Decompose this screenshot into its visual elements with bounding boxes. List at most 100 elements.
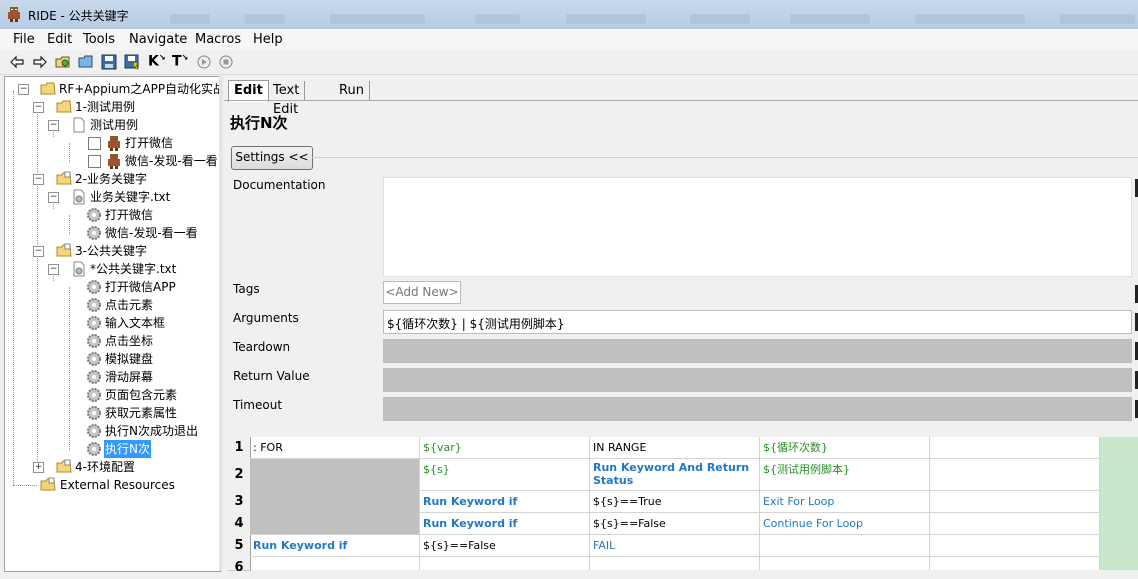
menu-navigate[interactable]: Navigate [129, 32, 187, 47]
menu-help[interactable]: Help [253, 32, 283, 47]
grid-side-panel [1100, 437, 1138, 570]
collapse-expander[interactable]: − [33, 174, 44, 185]
return-value-field[interactable] [383, 368, 1132, 392]
background-window-shadow [566, 14, 646, 24]
open-directory-icon[interactable] [78, 54, 94, 70]
collapse-expander[interactable]: − [18, 84, 29, 95]
documentation-label: Documentation [233, 178, 326, 192]
gear-icon [87, 334, 101, 348]
row-number[interactable]: 1 [228, 437, 251, 460]
project-tree[interactable]: − RF+Appium之APP自动化实战 − 1-测试用例 − 测试用例 打开微… [4, 76, 221, 572]
grid-cell[interactable] [930, 437, 1100, 459]
test-checkbox[interactable] [88, 155, 101, 168]
row-number[interactable]: 4 [228, 513, 251, 536]
grid-cell[interactable] [930, 535, 1100, 557]
row-number[interactable]: 2 [228, 459, 251, 492]
tree-label: 页面包含元素 [105, 388, 178, 402]
grid-cell-disabled[interactable] [250, 513, 420, 535]
documentation-field[interactable] [383, 177, 1132, 277]
grid-cell[interactable] [250, 557, 420, 570]
tags-label: Tags [233, 282, 260, 296]
keyword-steps-grid[interactable]: 1 2 3 4 5 6 : FOR ${var} IN RANGE ${循环次数… [228, 437, 1138, 575]
background-window-shadow [790, 14, 870, 24]
grid-cell[interactable]: Run Keyword if [250, 535, 420, 557]
expand-expander[interactable]: + [33, 462, 44, 473]
grid-cell[interactable]: FAIL [590, 535, 760, 557]
search-tests-icon[interactable]: T↘ [172, 53, 188, 70]
settings-toggle-button[interactable]: Settings << [231, 146, 313, 170]
test-checkbox[interactable] [88, 137, 101, 150]
folder-icon [40, 82, 56, 95]
tags-add-new[interactable]: <Add New> [383, 281, 461, 304]
tree-label: 点击元素 [105, 298, 154, 312]
grid-cell[interactable] [930, 513, 1100, 535]
grid-cell[interactable] [930, 557, 1100, 570]
grid-cell[interactable]: : FOR [250, 437, 420, 459]
tree-label: External Resources [60, 478, 175, 492]
gear-icon [87, 280, 101, 294]
grid-cell[interactable] [930, 491, 1100, 513]
menu-edit[interactable]: Edit [47, 32, 72, 47]
grid-cell-disabled[interactable] [250, 459, 420, 491]
grid-cell[interactable] [760, 535, 930, 557]
tab-text-edit[interactable]: Text Edit [268, 81, 306, 117]
tab-edit[interactable]: Edit [228, 80, 269, 102]
grid-cell[interactable]: ${s}==False [590, 513, 760, 535]
row-number[interactable]: 6 [228, 557, 251, 575]
robot-test-icon [108, 136, 120, 151]
collapse-expander[interactable]: − [33, 246, 44, 257]
title-bar: RIDE - 公共关键字 [0, 0, 1138, 30]
grid-cell[interactable]: ${s} [420, 459, 590, 491]
tree-label: *公共关键字.txt [90, 262, 177, 276]
tree-label: 微信-发现-看一看 [125, 154, 218, 168]
save-icon[interactable] [101, 54, 117, 70]
collapse-expander[interactable]: − [48, 120, 59, 131]
forward-arrow-icon[interactable] [32, 54, 48, 70]
grid-cell[interactable]: Run Keyword And Return Status [590, 459, 760, 491]
search-keywords-icon[interactable]: K↘ [148, 53, 166, 70]
back-arrow-icon[interactable] [9, 54, 25, 70]
tree-label: 输入文本框 [105, 316, 166, 330]
grid-cell[interactable]: ${s}==True [590, 491, 760, 513]
grid-cell[interactable] [930, 459, 1100, 491]
menu-tools[interactable]: Tools [83, 32, 115, 47]
grid-cell[interactable]: ${循环次数} [760, 437, 930, 459]
robot-test-icon [108, 154, 120, 169]
toolbar: K↘ T↘ [0, 50, 1138, 75]
row-number[interactable]: 5 [228, 535, 251, 558]
pane-splitter[interactable] [219, 76, 223, 570]
grid-cell[interactable]: Run Keyword if [420, 491, 590, 513]
tree-label: 滑动屏幕 [105, 370, 154, 384]
tree-guide-line [37, 107, 38, 467]
grid-cell[interactable] [760, 557, 930, 570]
grid-cell-disabled[interactable] [250, 491, 420, 513]
grid-cell[interactable]: Run Keyword if [420, 513, 590, 535]
grid-cell[interactable]: Exit For Loop [760, 491, 930, 513]
row-number[interactable]: 3 [228, 491, 251, 514]
background-window-shadow [245, 14, 285, 24]
grid-cell[interactable] [590, 557, 760, 570]
menu-macros[interactable]: Macros [195, 32, 241, 47]
gear-icon [87, 352, 101, 366]
grid-cell[interactable]: ${var} [420, 437, 590, 459]
collapse-expander[interactable]: − [33, 102, 44, 113]
arguments-field[interactable]: ${循环次数} | ${测试用例脚本} [383, 310, 1132, 334]
background-window-shadow [915, 14, 1025, 24]
save-all-icon[interactable] [124, 54, 140, 70]
open-test-suite-icon[interactable] [55, 54, 71, 70]
tab-run[interactable]: Run [334, 81, 370, 100]
teardown-field[interactable] [383, 339, 1132, 363]
collapse-expander[interactable]: − [48, 192, 59, 203]
tree-label: 2-业务关键字 [75, 172, 147, 186]
run-icon[interactable] [196, 54, 212, 70]
stop-icon[interactable] [218, 54, 234, 70]
grid-cell[interactable]: IN RANGE [590, 437, 760, 459]
timeout-field[interactable] [383, 397, 1132, 421]
grid-cell[interactable] [420, 557, 590, 570]
menu-file[interactable]: File [13, 32, 35, 47]
gear-icon [87, 226, 101, 240]
grid-cell[interactable]: ${s}==False [420, 535, 590, 557]
grid-cell[interactable]: ${测试用例脚本} [760, 459, 930, 491]
grid-cell[interactable]: Continue For Loop [760, 513, 930, 535]
collapse-expander[interactable]: − [48, 264, 59, 275]
